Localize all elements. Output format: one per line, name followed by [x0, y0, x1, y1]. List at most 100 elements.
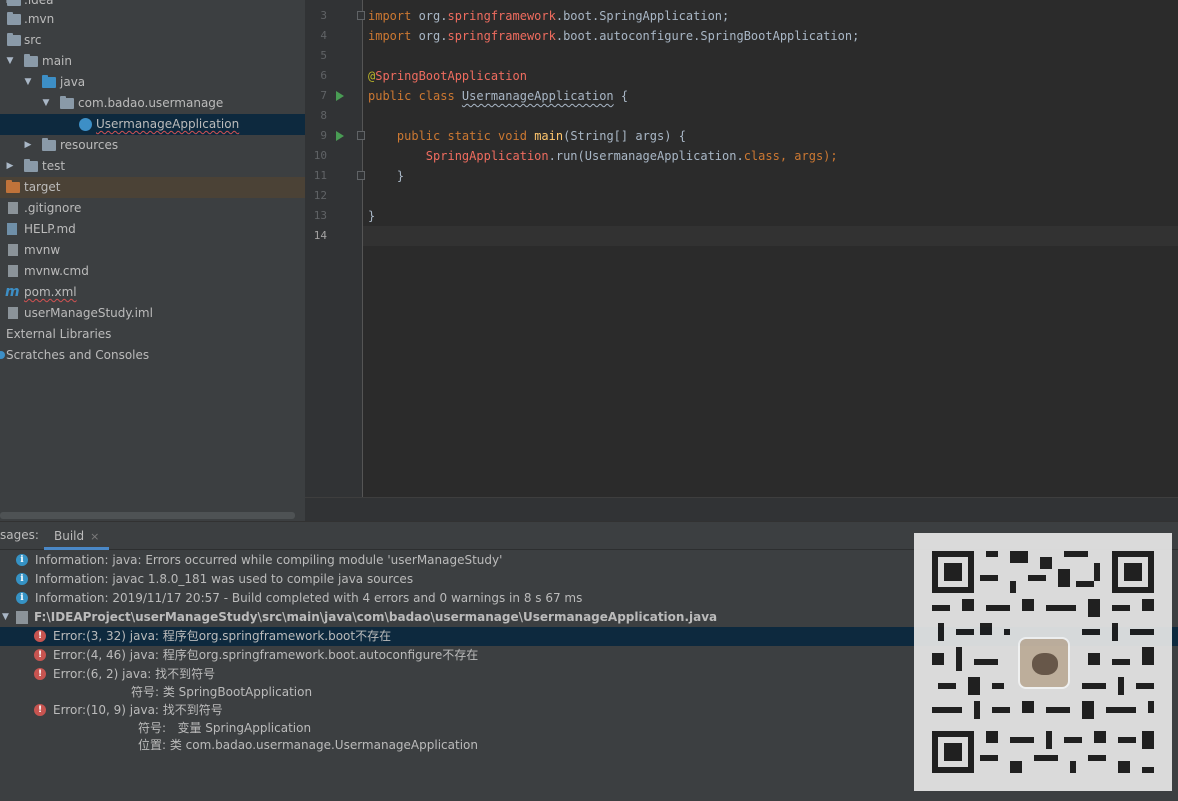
code-line-10: SpringApplication.run(UsermanageApplicat…: [368, 146, 838, 166]
code-text: .boot.autoconfigure.SpringBootApplicatio…: [555, 29, 860, 43]
resources-folder-icon: [42, 138, 56, 151]
error-icon: !: [34, 630, 46, 642]
fold-marker-icon[interactable]: [357, 11, 365, 20]
fold-marker-icon[interactable]: [357, 171, 365, 180]
tree-item-mvnw-cmd[interactable]: mvnw.cmd: [0, 261, 305, 282]
unresolved-annotation: SpringBootApplication: [375, 69, 527, 83]
info-icon: i: [16, 592, 28, 604]
code-text: org.: [418, 29, 448, 43]
tree-item-iml[interactable]: userManageStudy.iml: [0, 303, 305, 324]
excluded-folder-icon: [6, 180, 20, 193]
code-text: {: [613, 89, 629, 103]
tree-item-src[interactable]: src: [0, 30, 305, 51]
scratches-icon: [0, 351, 5, 359]
tree-item-mvn[interactable]: .mvn: [0, 9, 305, 30]
class-name: UsermanageApplication: [461, 89, 614, 103]
chevron-down-icon[interactable]: ▼: [2, 608, 9, 627]
error-detail: 符号: 变量 SpringApplication: [138, 721, 312, 735]
keyword: import: [368, 9, 419, 23]
tree-item-mvnw[interactable]: mvnw: [0, 240, 305, 261]
line-number: 4: [320, 29, 327, 42]
chevron-down-icon[interactable]: ▼: [22, 72, 34, 93]
tree-item-package[interactable]: ▼ com.badao.usermanage: [0, 93, 305, 114]
module-file-icon: [8, 307, 18, 319]
folder-icon: [7, 0, 21, 6]
code-line-6: @SpringBootApplication: [368, 66, 527, 86]
qr-code-watermark: [914, 533, 1172, 791]
tree-item-help-md[interactable]: HELP.md: [0, 219, 305, 240]
editor-footer: [305, 497, 1178, 521]
line-number: 12: [313, 189, 327, 202]
spring-class-icon: [79, 118, 92, 131]
error-icon: !: [34, 649, 46, 661]
tree-item-pom-xml[interactable]: m pom.xml: [0, 282, 305, 303]
fold-marker-icon[interactable]: [357, 131, 365, 140]
run-class-icon[interactable]: [336, 91, 344, 101]
error-detail: 位置: 类 com.badao.usermanage.UsermanageApp…: [138, 738, 478, 752]
line-number: 7: [320, 89, 327, 102]
error-icon: !: [34, 668, 46, 680]
markdown-file-icon: [7, 223, 17, 235]
tree-item-java[interactable]: ▼ java: [0, 72, 305, 93]
error-detail: 符号: 类 SpringBootApplication: [131, 685, 313, 699]
keyword: import: [368, 29, 419, 43]
line-number: 6: [320, 69, 327, 82]
error-icon: !: [34, 704, 46, 716]
unresolved-ref: springframework: [447, 29, 556, 43]
line-number: 8: [320, 109, 327, 122]
code-editor[interactable]: 3 4 5 6 7 8 9 10 11 12 13 14 import org.…: [305, 0, 1178, 521]
project-tool-window: ▶ .idea .mvn src ▼ main ▼ java ▼ com.bad…: [0, 0, 305, 521]
line-number: 13: [313, 209, 327, 222]
editor-gutter: 3 4 5 6 7 8 9 10 11 12 13 14: [305, 0, 365, 497]
code-line-7: public class UsermanageApplication {: [368, 86, 628, 106]
line-number: 9: [320, 129, 327, 142]
code-text: .run(UsermanageApplication.: [548, 149, 744, 163]
folder-icon: [24, 159, 38, 172]
keyword: public class: [368, 89, 462, 103]
line-number: 3: [320, 9, 327, 22]
code-line-9: public static void main(String[] args) {: [368, 126, 686, 146]
package-icon: [60, 96, 74, 109]
close-icon[interactable]: ×: [90, 530, 99, 543]
info-icon: i: [16, 554, 28, 566]
chevron-right-icon[interactable]: ▶: [4, 156, 16, 177]
qr-avatar-image: [1018, 637, 1070, 689]
tree-item-test[interactable]: ▶ test: [0, 156, 305, 177]
line-number: 11: [313, 169, 327, 182]
line-number: 10: [313, 149, 327, 162]
folder-icon: [7, 12, 21, 25]
tab-build-label: Build: [54, 529, 85, 543]
chevron-right-icon[interactable]: ▶: [22, 135, 34, 156]
tree-item-target[interactable]: target: [0, 177, 305, 198]
messages-title: sages:: [0, 528, 39, 542]
info-icon: i: [16, 573, 28, 585]
current-line-highlight: [363, 226, 1178, 246]
tree-item-external-libraries[interactable]: External Libraries: [0, 324, 305, 345]
tree-item-usermanage-application[interactable]: UsermanageApplication: [0, 114, 305, 135]
tree-item-gitignore[interactable]: .gitignore: [0, 198, 305, 219]
java-file-icon: [16, 611, 28, 624]
horizontal-scrollbar[interactable]: [0, 512, 295, 519]
chevron-down-icon[interactable]: ▼: [4, 51, 16, 72]
code-text: (String[] args) {: [563, 129, 686, 143]
method-name: main: [534, 129, 564, 143]
code-line-4: import org.springframework.boot.autoconf…: [368, 26, 859, 46]
code-line-3: import org.springframework.boot.SpringAp…: [368, 6, 729, 26]
source-folder-icon: [42, 75, 56, 88]
tab-build[interactable]: Build ×: [44, 522, 110, 550]
unresolved-ref: SpringApplication: [425, 149, 549, 163]
file-icon: [8, 265, 18, 277]
code-line-11: }: [368, 169, 405, 183]
run-main-icon[interactable]: [336, 131, 344, 141]
chevron-down-icon[interactable]: ▼: [40, 93, 52, 114]
tree-item-main[interactable]: ▼ main: [0, 51, 305, 72]
keyword: class: [743, 149, 780, 163]
line-number-current: 14: [313, 229, 327, 242]
tree-item-resources[interactable]: ▶ resources: [0, 135, 305, 156]
tree-item-scratches[interactable]: Scratches and Consoles: [0, 345, 305, 366]
code-text: .boot.SpringApplication;: [555, 9, 730, 23]
file-icon: [8, 202, 18, 214]
line-number: 5: [320, 49, 327, 62]
unresolved-ref: springframework: [447, 9, 556, 23]
